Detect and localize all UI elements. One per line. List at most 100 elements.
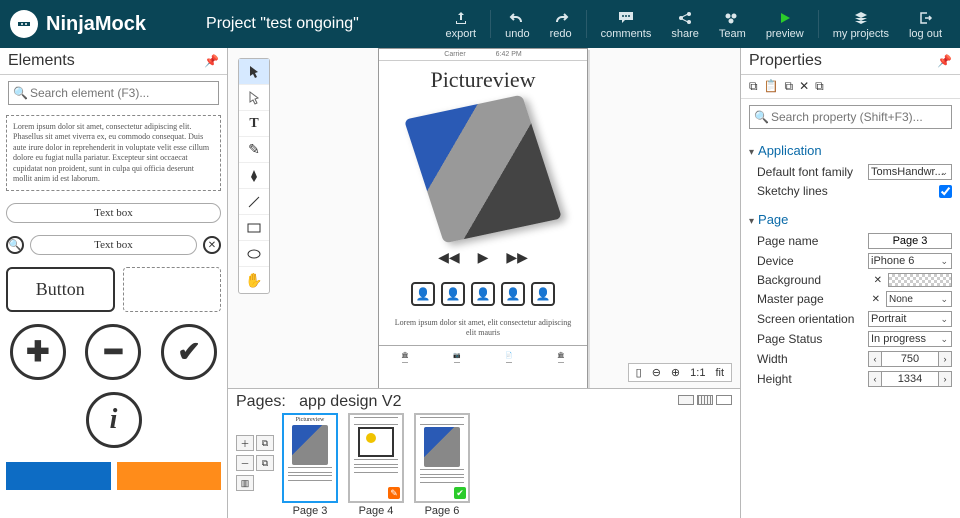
tool-pencil[interactable]: ✎ <box>239 137 269 163</box>
page-thumb[interactable]: Pictureview Page 3 <box>282 411 338 517</box>
dup-page-button[interactable]: ⧉ <box>256 435 274 451</box>
tool-line[interactable] <box>239 189 269 215</box>
zoom-ratio[interactable]: 1:1 <box>687 367 708 379</box>
forward-icon[interactable]: ▶▶ <box>506 249 528 266</box>
tool-rect[interactable] <box>239 215 269 241</box>
close-icon[interactable]: ✕ <box>799 79 809 94</box>
pages-view-grid[interactable] <box>697 395 713 405</box>
sketchy-checkbox[interactable] <box>939 185 952 198</box>
page-status-select[interactable]: In progress <box>868 331 952 347</box>
pin-icon[interactable]: 📌 <box>204 54 219 68</box>
pages-view-single[interactable] <box>716 395 732 405</box>
undo-button[interactable]: undo <box>497 4 537 44</box>
elements-search-input[interactable] <box>28 84 214 102</box>
master-select[interactable]: None <box>886 291 952 307</box>
properties-search[interactable]: 🔍 <box>749 105 952 129</box>
clear-master-icon[interactable]: ✕ <box>872 294 880 305</box>
copy-icon[interactable]: ⧉ <box>749 79 758 94</box>
team-button[interactable]: Team <box>711 4 754 44</box>
tool-ellipse[interactable] <box>239 241 269 267</box>
app-header: NinjaMock Project "test ongoing" export … <box>0 0 960 48</box>
rewind-icon[interactable]: ◀◀ <box>438 249 460 266</box>
device-frame-icon[interactable]: ▯ <box>633 366 645 379</box>
width-stepper[interactable]: ‹ 750 › <box>868 351 952 367</box>
search-circle-icon[interactable]: 🔍 <box>6 236 24 254</box>
placeholder-element[interactable] <box>123 267 222 312</box>
zoom-in-icon[interactable]: ⊕ <box>668 366 683 379</box>
del-page-button[interactable]: － <box>236 455 254 471</box>
page-opt-button[interactable]: ⧉ <box>256 455 274 471</box>
mockup-title: Pictureview <box>379 61 587 99</box>
zoom-out-icon[interactable]: ⊖ <box>649 366 664 379</box>
page-opt2-button[interactable]: ▥ <box>236 475 254 491</box>
tab-icon[interactable]: 🏛— <box>557 352 565 366</box>
properties-title-text: Properties <box>749 52 822 70</box>
avatar-icon[interactable]: 👤 <box>531 282 555 306</box>
background-swatch[interactable] <box>888 273 952 287</box>
minus-icon-element[interactable]: ━ <box>85 324 141 380</box>
export-button[interactable]: export <box>438 4 485 44</box>
properties-search-input[interactable] <box>769 108 947 126</box>
section-application[interactable]: Application <box>749 139 952 162</box>
phone-mockup[interactable]: Carrier 6:42 PM Pictureview ◀◀ ▶ ▶▶ 👤 👤 … <box>378 48 588 388</box>
info-icon-element[interactable]: i <box>86 392 142 448</box>
orientation-select[interactable]: Portrait <box>868 311 952 327</box>
plus-icon-element[interactable]: ✚ <box>10 324 66 380</box>
my-projects-button[interactable]: my projects <box>825 4 897 44</box>
width-value[interactable]: 750 <box>882 351 938 367</box>
preview-button[interactable]: preview <box>758 4 812 44</box>
properties-panel: Properties 📌 ⧉ 📋 ⧉ ✕ ⧉ 🔍 Application Def… <box>740 48 960 518</box>
lorem-element[interactable]: Lorem ipsum dolor sit amet, consectetur … <box>6 115 221 191</box>
pin-icon[interactable]: 📌 <box>937 54 952 68</box>
canvas-area[interactable]: T ✎ ✋ Carrier 6:42 PM Pictureview ◀◀ ▶ ▶ <box>228 48 740 388</box>
avatar-icon[interactable]: 👤 <box>411 282 435 306</box>
default-font-select[interactable]: TomsHandwr... <box>868 164 952 180</box>
page-thumb[interactable]: ✔ Page 6 <box>414 411 470 517</box>
logout-button[interactable]: log out <box>901 4 950 44</box>
dec-icon[interactable]: ‹ <box>868 371 882 387</box>
play-icon[interactable]: ▶ <box>478 249 489 266</box>
pages-view-list[interactable] <box>678 395 694 405</box>
add-page-button[interactable]: ＋ <box>236 435 254 451</box>
tool-pointer-alt[interactable] <box>239 85 269 111</box>
device-select[interactable]: iPhone 6 <box>868 253 952 269</box>
check-icon-element[interactable]: ✔ <box>161 324 217 380</box>
redo-button[interactable]: redo <box>542 4 580 44</box>
tab-icon[interactable]: 📄— <box>505 352 512 366</box>
avatar-icon[interactable]: 👤 <box>441 282 465 306</box>
copy3-icon[interactable]: ⧉ <box>815 79 824 94</box>
tool-pen[interactable] <box>239 163 269 189</box>
prop-label: Sketchy lines <box>757 184 933 198</box>
copy2-icon[interactable]: ⧉ <box>785 79 794 94</box>
clear-bg-icon[interactable]: ✕ <box>874 275 882 286</box>
tab-icon[interactable]: 🏛— <box>401 352 409 366</box>
inc-icon[interactable]: › <box>938 371 952 387</box>
zoom-fit[interactable]: fit <box>712 367 727 379</box>
orange-swatch-element[interactable] <box>117 462 222 490</box>
comments-button[interactable]: comments <box>593 4 660 44</box>
section-page[interactable]: Page <box>749 208 952 231</box>
share-button[interactable]: share <box>663 4 707 44</box>
tool-text[interactable]: T <box>239 111 269 137</box>
avatar-icon[interactable]: 👤 <box>501 282 525 306</box>
team-icon <box>723 8 741 28</box>
thumb-label: Page 4 <box>359 505 394 517</box>
tool-pointer[interactable] <box>239 59 269 85</box>
avatar-icon[interactable]: 👤 <box>471 282 495 306</box>
textbox-element-search[interactable]: Text box <box>30 235 197 255</box>
tool-hand[interactable]: ✋ <box>239 267 269 293</box>
height-value[interactable]: 1334 <box>882 371 938 387</box>
dec-icon[interactable]: ‹ <box>868 351 882 367</box>
elements-search[interactable]: 🔍 <box>8 81 219 105</box>
page-thumb[interactable]: ✎ Page 4 <box>348 411 404 517</box>
height-stepper[interactable]: ‹ 1334 › <box>868 371 952 387</box>
button-element[interactable]: Button <box>6 267 115 312</box>
tab-icon[interactable]: 📷— <box>453 352 460 366</box>
clear-circle-icon[interactable]: ✕ <box>203 236 221 254</box>
paste-icon[interactable]: 📋 <box>764 79 779 94</box>
undo-icon <box>509 8 525 28</box>
textbox-element[interactable]: Text box <box>6 203 221 223</box>
blue-swatch-element[interactable] <box>6 462 111 490</box>
page-name-input[interactable] <box>868 233 952 249</box>
inc-icon[interactable]: › <box>938 351 952 367</box>
